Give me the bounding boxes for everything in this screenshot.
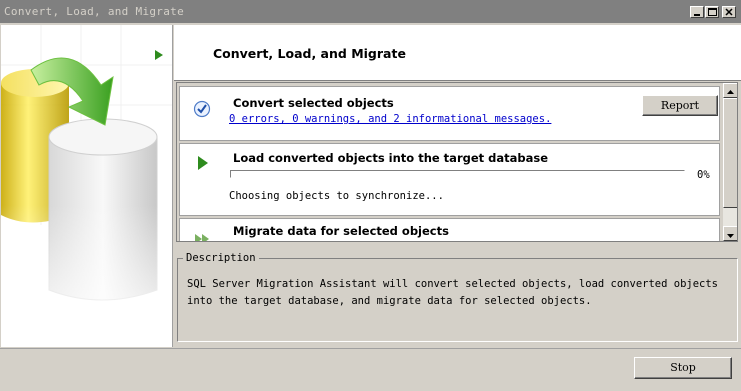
current-step-arrow-icon	[155, 50, 163, 60]
steps-list: Convert selected objects 0 errors, 0 war…	[176, 82, 738, 242]
step-convert: Convert selected objects 0 errors, 0 war…	[179, 86, 720, 141]
minimize-button[interactable]	[690, 6, 704, 18]
page-title: Convert, Load, and Migrate	[213, 46, 406, 61]
load-progress-bar	[230, 170, 685, 178]
maximize-icon	[708, 8, 717, 16]
close-button[interactable]	[722, 6, 736, 18]
minimize-icon	[694, 14, 700, 16]
play-arrow-icon	[198, 156, 208, 170]
step-title: Convert selected objects	[233, 96, 394, 110]
step-title: Migrate data for selected objects	[233, 224, 449, 238]
progress-percent: 0%	[697, 169, 710, 181]
maximize-button[interactable]	[705, 6, 719, 18]
stop-button[interactable]: Stop	[634, 357, 732, 379]
wizard-graphic-panel	[1, 25, 173, 347]
double-arrow-icon	[195, 234, 209, 241]
steps-scrollbar[interactable]	[723, 83, 737, 241]
report-button[interactable]: Report	[642, 95, 718, 116]
step-load: Load converted objects into the target d…	[179, 143, 720, 216]
description-legend: Description	[183, 252, 259, 264]
window-title: Convert, Load, and Migrate	[4, 5, 184, 18]
description-text: SQL Server Migration Assistant will conv…	[187, 278, 719, 307]
messages-link[interactable]: 0 errors, 0 warnings, and 2 informationa…	[229, 113, 551, 125]
scroll-thumb[interactable]	[723, 98, 737, 208]
footer-divider	[0, 348, 741, 349]
page-header: Convert, Load, and Migrate	[174, 25, 741, 81]
close-icon	[725, 8, 733, 16]
title-bar: Convert, Load, and Migrate	[0, 0, 741, 23]
step-title: Load converted objects into the target d…	[233, 151, 549, 165]
step-migrate: Migrate data for selected objects	[179, 218, 720, 241]
scroll-down-icon	[727, 234, 734, 238]
database-migration-illustration	[1, 25, 172, 347]
scroll-up-button[interactable]	[723, 83, 737, 98]
status-text: Choosing objects to synchronize...	[229, 190, 444, 202]
check-circle-icon	[193, 100, 211, 118]
scroll-down-button[interactable]	[723, 226, 737, 241]
